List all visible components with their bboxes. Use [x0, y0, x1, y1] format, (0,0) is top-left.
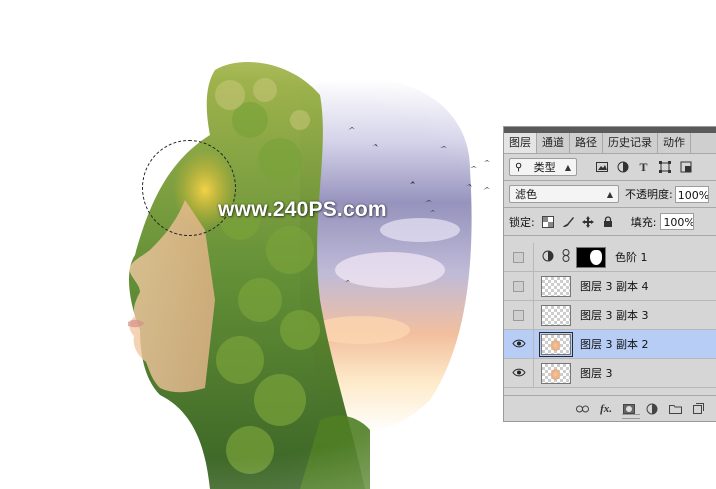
- lock-label: 锁定:: [509, 215, 535, 229]
- layer-thumbnail[interactable]: [541, 304, 571, 326]
- adjustment-filter-icon[interactable]: [616, 161, 629, 174]
- layer-name[interactable]: 色阶 1: [615, 249, 648, 265]
- lock-row: 锁定: 填充: 100%: [504, 208, 716, 235]
- panel-tabs: 图层 通道 路径 历史记录 动作: [504, 133, 716, 154]
- tab-actions[interactable]: 动作: [658, 133, 691, 153]
- blend-row: 滤色 ▲ 不透明度: 100%: [504, 181, 716, 207]
- mask-link-chain-icon[interactable]: [562, 249, 572, 265]
- layer-thumbnail[interactable]: [541, 362, 571, 384]
- layer-row-levels-1[interactable]: 色阶 1: [504, 243, 716, 272]
- filter-row: ⚲ 类型 ▲ T: [504, 154, 716, 180]
- hidden-visibility-box[interactable]: [513, 251, 524, 263]
- filter-kind-label: 类型: [533, 161, 556, 174]
- select-arrows-icon: ▲: [606, 189, 613, 199]
- group-folder-icon[interactable]: [669, 404, 682, 414]
- type-filter-icon[interactable]: T: [637, 160, 650, 174]
- search-icon: ⚲: [515, 161, 523, 173]
- visibility-toggle[interactable]: [504, 243, 534, 271]
- tab-history[interactable]: 历史记录: [603, 133, 658, 153]
- blend-mode-select[interactable]: 滤色 ▲: [509, 185, 619, 203]
- hidden-visibility-box[interactable]: [513, 309, 524, 321]
- layers-panel: 图层 通道 路径 历史记录 动作 ⚲ 类型 ▲ T 滤色 ▲ 不透明度: 100…: [503, 126, 716, 422]
- fill-label: 填充:: [630, 215, 657, 229]
- layer-name[interactable]: 图层 3 副本 4: [580, 278, 649, 294]
- layer-row-layer3-copy2[interactable]: 图层 3 副本 2: [504, 330, 716, 359]
- image-filter-icon[interactable]: [595, 161, 608, 174]
- panel-footer: fx.: [504, 395, 716, 421]
- eye-icon[interactable]: [511, 338, 526, 351]
- visibility-toggle[interactable]: [504, 330, 534, 358]
- layer-mask-thumbnail[interactable]: [576, 246, 606, 268]
- tab-layers[interactable]: 图层: [504, 133, 537, 153]
- layer-row-layer3[interactable]: 图层 3: [504, 359, 716, 388]
- lock-position-icon[interactable]: [582, 215, 595, 228]
- visibility-toggle[interactable]: [504, 272, 534, 300]
- eye-icon[interactable]: [511, 367, 526, 380]
- adjustment-icon[interactable]: [646, 403, 658, 415]
- visibility-toggle[interactable]: [504, 359, 534, 387]
- layer-list: 色阶 1 图层 3 副本 4 图层 3 副本 3 图层 3 副本 2 图层 3: [504, 243, 716, 388]
- filter-kind-select[interactable]: ⚲ 类型 ▲: [509, 158, 577, 176]
- tab-paths[interactable]: 路径: [570, 133, 603, 153]
- watermark-text: www.240PS.com: [218, 198, 387, 221]
- opacity-input[interactable]: 100%: [674, 185, 709, 203]
- levels-adjustment-icon: [542, 250, 556, 265]
- divider: [504, 235, 716, 236]
- shape-filter-icon[interactable]: [658, 161, 671, 174]
- layer-row-layer3-copy4[interactable]: 图层 3 副本 4: [504, 272, 716, 301]
- new-layer-icon[interactable]: [693, 403, 704, 414]
- lock-image-pixels-icon[interactable]: [562, 215, 575, 228]
- tab-channels[interactable]: 通道: [537, 133, 570, 153]
- smart-object-filter-icon[interactable]: [679, 161, 692, 174]
- link-icon[interactable]: [576, 405, 590, 413]
- hidden-visibility-box[interactable]: [513, 280, 524, 292]
- layer-name[interactable]: 图层 3: [580, 365, 613, 381]
- layer-thumbnail[interactable]: [539, 331, 573, 357]
- select-arrows-icon: ▲: [564, 162, 571, 172]
- layer-name[interactable]: 图层 3 副本 3: [580, 307, 649, 323]
- resize-grip[interactable]: [622, 414, 640, 419]
- fx-icon[interactable]: fx.: [600, 403, 612, 415]
- lock-transparent-pixels-icon[interactable]: [542, 215, 555, 228]
- fill-input[interactable]: 100%: [660, 213, 695, 230]
- opacity-label: 不透明度:: [625, 188, 673, 201]
- blend-mode-value: 滤色: [515, 188, 537, 201]
- lock-all-icon[interactable]: [602, 215, 615, 228]
- layer-row-layer3-copy3[interactable]: 图层 3 副本 3: [504, 301, 716, 330]
- mask-icon[interactable]: [623, 403, 635, 414]
- layer-thumbnail[interactable]: [541, 275, 571, 297]
- layer-name[interactable]: 图层 3 副本 2: [580, 336, 649, 352]
- visibility-toggle[interactable]: [504, 301, 534, 329]
